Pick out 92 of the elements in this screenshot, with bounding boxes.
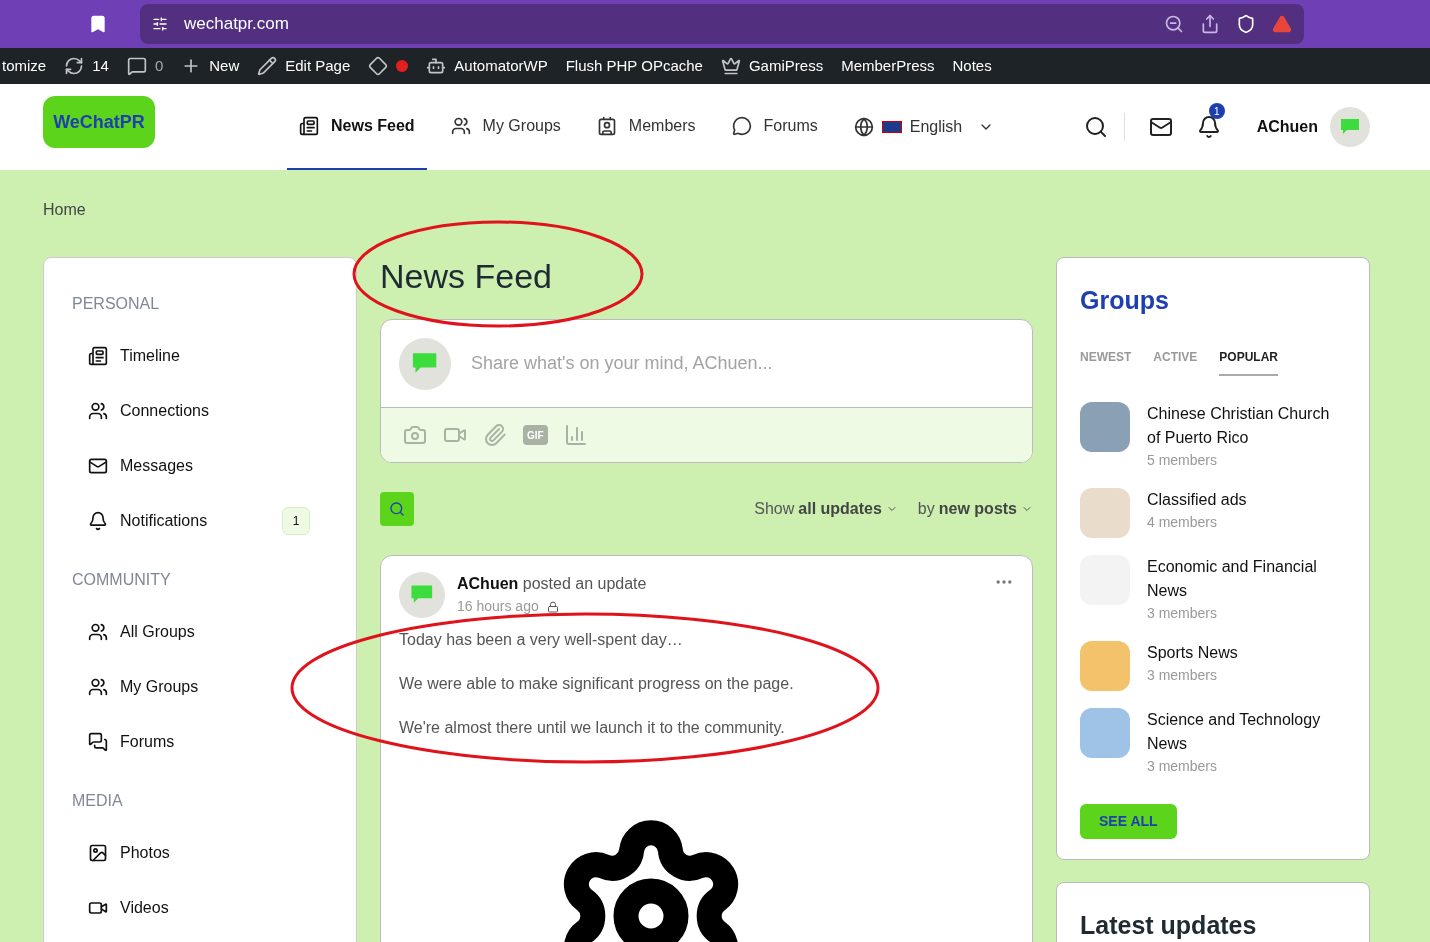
section-heading: COMMUNITY	[72, 570, 171, 590]
sidebar-item[interactable]: Timeline	[72, 328, 328, 383]
page-title: News Feed	[380, 257, 552, 297]
people-icon	[88, 676, 108, 697]
mail-icon[interactable]	[1148, 115, 1173, 139]
site-logo[interactable]: WeChatPR	[43, 96, 155, 148]
member-count: 4 members	[1147, 512, 1218, 532]
nav-tab[interactable]: News Feed	[287, 84, 427, 170]
widget-title: Groups	[1080, 285, 1169, 316]
post-paragraph: Today has been a very well-spent day…	[399, 630, 683, 650]
admin-bar-link[interactable]: New	[209, 54, 240, 78]
flag-icon	[881, 121, 902, 133]
sidebar-item[interactable]: Forums	[72, 714, 328, 769]
sidebar-item[interactable]: Connections	[72, 383, 328, 438]
contact-card-icon	[596, 116, 617, 136]
chat-bubble-icon	[731, 116, 752, 136]
admin-bar-link[interactable]: 0	[154, 54, 164, 78]
section-heading: PERSONAL	[72, 294, 160, 314]
shield-icon[interactable]	[1236, 14, 1256, 34]
search-icon	[389, 501, 405, 517]
nav-tab[interactable]: Forums	[719, 84, 830, 170]
lock-icon[interactable]	[546, 600, 559, 613]
group-name-link[interactable]: Classified ads	[1147, 487, 1247, 512]
admin-bar-link[interactable]: tomize	[2, 54, 47, 78]
admin-bar-link[interactable]: MemberPress	[841, 54, 935, 78]
filter-dropdown[interactable]: by new posts	[917, 497, 1033, 521]
site-settings-icon[interactable]	[152, 16, 168, 32]
avatar-icon	[399, 572, 445, 618]
admin-bar-link[interactable]: Edit Page	[285, 54, 351, 78]
refresh-icon[interactable]	[64, 56, 85, 76]
widget-title: Latest updates	[1080, 910, 1257, 941]
nav-tab[interactable]: My Groups	[438, 84, 573, 170]
bell-icon[interactable]	[1196, 115, 1221, 139]
people-icon	[88, 621, 108, 642]
see-all-button[interactable]: SEE ALL	[1080, 803, 1177, 839]
robot-icon[interactable]	[426, 56, 447, 76]
post-paragraph: We were able to make significant progress on the page.	[399, 674, 794, 694]
sidebar-item[interactable]: All Groups	[72, 604, 328, 659]
share-icon[interactable]	[1200, 14, 1220, 34]
nav-tab[interactable]: Members	[584, 84, 708, 170]
triangle-icon[interactable]	[1272, 14, 1292, 34]
bell-icon	[88, 510, 108, 531]
photo-icon	[88, 842, 108, 863]
filter-dropdown[interactable]: Show all updates	[754, 497, 898, 521]
admin-bar-link[interactable]: AutomatorWP	[454, 54, 548, 78]
groups-tab[interactable]: POPULAR	[1219, 347, 1279, 376]
post-input-field[interactable]: Share what's on your mind, AChuen...	[471, 350, 1014, 377]
newspaper-icon	[88, 345, 108, 366]
group-name-link[interactable]: Sports News	[1147, 640, 1238, 665]
crown-icon[interactable]	[720, 56, 741, 76]
newspaper-icon	[299, 116, 319, 136]
group-name-link[interactable]: Science and Technology News	[1147, 707, 1346, 756]
member-count: 3 members	[1147, 665, 1218, 685]
post-header-text: AChuen posted an update	[457, 574, 647, 594]
group-name-link[interactable]: Chinese Christian Church of Puerto Rico	[1147, 401, 1346, 450]
url-text: wechatpr.com	[184, 13, 290, 36]
sidebar-item[interactable]: My Groups	[72, 659, 328, 714]
sidebar-item[interactable]: Notifications 1	[72, 493, 328, 548]
chat-bubbles-icon	[88, 731, 108, 752]
search-icon[interactable]	[1083, 115, 1108, 139]
admin-bar-link[interactable]: Notes	[952, 54, 992, 78]
notification-badge: 1	[1208, 103, 1225, 119]
admin-bar-link[interactable]: GamiPress	[748, 54, 824, 78]
people-icon	[450, 116, 471, 136]
admin-bar-link[interactable]: 14	[92, 54, 109, 78]
comment-icon[interactable]	[126, 56, 147, 76]
post-time: 16 hours ago	[457, 597, 539, 616]
language-selector[interactable]: English	[841, 84, 1007, 170]
post-paragraph: We're almost there until we launch it to the community.	[399, 718, 785, 738]
sidebar-item[interactable]: Messages	[72, 438, 328, 493]
count-badge: 1	[282, 506, 310, 535]
member-count: 5 members	[1147, 450, 1218, 470]
section-heading: MEDIA	[72, 791, 123, 811]
sidebar-item[interactable]: Photos	[72, 825, 328, 880]
breadcrumb-link[interactable]: Home	[43, 198, 86, 217]
member-count: 3 members	[1147, 756, 1218, 776]
zoom-icon[interactable]	[1164, 14, 1184, 34]
search-button[interactable]	[380, 492, 414, 526]
globe-icon	[853, 117, 874, 137]
group-name-link[interactable]: Economic and Financial News	[1147, 554, 1346, 603]
address-bar[interactable]: wechatpr.com	[140, 4, 1304, 44]
pencil-icon[interactable]	[257, 56, 278, 76]
admin-bar-link[interactable]: Flush PHP OPcache	[565, 54, 703, 78]
avatar-icon	[399, 337, 451, 390]
people-icon	[88, 400, 108, 421]
member-count: 3 members	[1147, 603, 1218, 623]
sidebar-item[interactable]: Videos	[72, 880, 328, 935]
group-image-placeholder[interactable]	[1080, 401, 1130, 452]
diamond-icon[interactable]	[368, 56, 389, 76]
bookmark-icon[interactable]	[88, 14, 108, 34]
avatar-icon	[1330, 107, 1370, 147]
user-name[interactable]: AChuen	[1256, 115, 1318, 139]
